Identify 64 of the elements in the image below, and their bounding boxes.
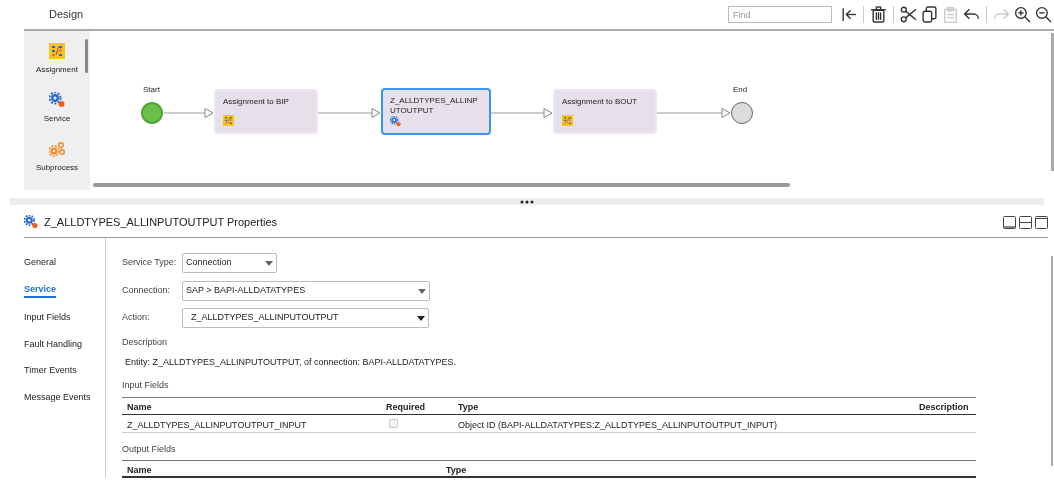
connector-arrow: [162, 108, 214, 118]
jump-to-start-icon[interactable]: [840, 6, 857, 23]
field-label: Connection:: [122, 284, 172, 298]
column-header: Required: [386, 400, 425, 414]
bottom-panel-layout-icon[interactable]: [1003, 215, 1016, 229]
column-header: Description: [919, 400, 969, 414]
field-label: Service Type:: [122, 256, 178, 270]
dropdown-field[interactable]: Connection: [182, 253, 277, 273]
nav-tab[interactable]: Fault Handling: [24, 337, 83, 351]
palette-label[interactable]: Subprocess: [35, 162, 79, 174]
node-label: Assignment to BIP: [223, 97, 290, 107]
nav-tab[interactable]: Service: [24, 282, 57, 298]
dropdown-field[interactable]: SAP > BAPI-ALLDATATYPES: [182, 281, 430, 301]
service-icon: [390, 116, 401, 127]
column-header: Type: [446, 464, 467, 477]
copy-icon[interactable]: [921, 6, 938, 23]
palette-scrollbar[interactable]: [85, 39, 88, 73]
grip-icon: [520, 199, 534, 204]
assignment-icon[interactable]: [49, 43, 65, 59]
dropdown-field[interactable]: Z_ALLDTYPES_ALLINPUTOUTPUT: [182, 308, 429, 328]
palette-label[interactable]: Assignment: [36, 64, 78, 76]
service-icon: [24, 215, 38, 229]
task-node[interactable]: Z_ALLDTYPES_ALLINPUTOUTPUT: [381, 88, 491, 135]
node-label: End: [733, 84, 748, 96]
zoom-out-icon[interactable]: [1035, 6, 1052, 23]
vertical-scrollbar[interactable]: [1051, 33, 1054, 171]
service-icon[interactable]: [49, 92, 65, 108]
table-cell: Z_ALLDTYPES_ALLINPUTOUTPUT_INPUT: [127, 418, 307, 432]
field-label: Action:: [122, 311, 151, 325]
properties-title: Z_ALLDTYPES_ALLINPUTOUTPUT Properties: [44, 214, 278, 230]
find-field[interactable]: Find: [728, 6, 832, 23]
dropdown-caret-icon: [418, 288, 426, 294]
section-heading: Input Fields: [122, 379, 170, 392]
zoom-in-icon[interactable]: [1014, 6, 1031, 23]
connector-arrow: [317, 108, 381, 118]
dropdown-caret-icon: [265, 260, 273, 266]
node-label: Z_ALLDTYPES_ALLINPUTOUTPUT: [390, 96, 479, 116]
node-label: Start: [143, 84, 160, 96]
dropdown-caret-icon: [417, 315, 425, 321]
column-header: Type: [458, 400, 479, 414]
node-label: Assignment to BOUT: [562, 97, 639, 107]
column-header: Name: [127, 464, 152, 477]
task-node[interactable]: Assignment to BIP: [214, 89, 318, 134]
section-heading: Output Fields: [122, 442, 177, 456]
panel-title: Design: [49, 7, 84, 23]
description-text: Entity: Z_ALLDTYPES_ALLINPUTOUTPUT, of connection: BAPI-ALLDATATYPES.: [125, 355, 457, 369]
nav-tab[interactable]: Timer Events: [24, 364, 77, 378]
task-node[interactable]: Assignment to BOUT: [553, 89, 657, 134]
split-layout-icon[interactable]: [1019, 215, 1032, 229]
column-header: Name: [127, 400, 152, 414]
top-panel-layout-icon[interactable]: [1035, 215, 1048, 229]
palette-label[interactable]: Service: [43, 113, 71, 125]
section-heading: Description: [122, 336, 169, 349]
nav-tab[interactable]: Message Events: [24, 390, 91, 404]
horizontal-scrollbar[interactable]: [93, 183, 790, 187]
assignment-icon: [562, 115, 573, 126]
scissors-icon[interactable]: [900, 6, 917, 23]
nav-tab[interactable]: Input Fields: [24, 311, 71, 325]
connector-arrow: [490, 108, 553, 118]
nav-tab[interactable]: General: [24, 256, 57, 270]
table-cell: Object ID (BAPI-ALLDATATYPES:Z_ALLDTYPES_ALLINPUTOUTPUT_INPUT): [458, 418, 777, 432]
checkbox[interactable]: [389, 418, 398, 428]
trash-icon[interactable]: [870, 6, 887, 23]
assignment-icon: [223, 115, 234, 126]
